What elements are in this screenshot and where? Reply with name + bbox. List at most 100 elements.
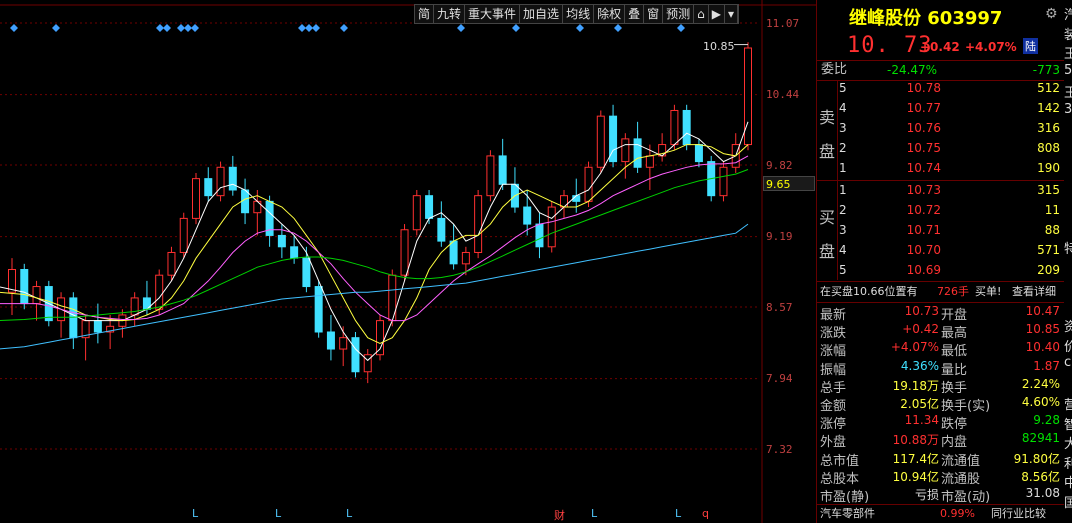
quote-value: 10.85 [1025,322,1060,337]
toolbar-major-events-button[interactable]: 重大事件 [465,5,521,23]
candle-body [645,155,654,168]
chart-toolbar: 简 九转 重大事件 加自选 均线 除权 叠 窗 预测 ⌂ ▶ ▾ [414,4,740,24]
quote-value: 9.28 [1033,413,1060,428]
candle-body [400,229,409,276]
play-icon[interactable]: ▶ [709,5,725,23]
ask-price[interactable]: 10.77 [879,101,941,115]
view-details-link[interactable]: 查看详细 [1012,283,1056,301]
candle-body [339,337,348,350]
quote-label: 换手(实) [941,399,991,414]
clipped-panel-char: 智 [1064,417,1072,433]
kline-chart-area[interactable]: 简 九转 重大事件 加自选 均线 除权 叠 窗 预测 ⌂ ▶ ▾ 11.07 1… [0,0,816,523]
event-diamond-icon [156,24,164,32]
ask-price[interactable]: 10.76 [879,121,941,135]
bid-level: 1 [839,183,847,197]
x-axis-marker[interactable]: L [346,507,352,520]
quote-value: 4.36% [900,358,939,373]
clipped-panel-char: 王 [1064,86,1072,101]
candle-body [290,246,299,259]
bid-volume: 209 [1037,263,1060,277]
bid-price[interactable]: 10.69 [879,263,941,277]
price-change-pct: +4.07% [965,40,1017,54]
ask-price[interactable]: 10.75 [879,141,941,155]
candle-body [277,234,286,248]
lu-tag-badge[interactable]: 陆 [1023,38,1038,54]
cursor-price-label: 9.65 [763,176,815,191]
x-axis-marker[interactable]: L [591,507,597,520]
clipped-panel-char: 营 [1064,398,1072,413]
bid-price[interactable]: 10.71 [879,223,941,237]
bid-price[interactable]: 10.70 [879,243,941,257]
candle-body [633,138,642,168]
industry-compare-link[interactable]: 同行业比较 [991,505,1046,523]
toolbar-jiuzhuan-button[interactable]: 九转 [434,5,466,23]
toolbar-exright-button[interactable]: 除权 [594,5,626,23]
dropdown-chevron-icon[interactable]: ▾ [725,5,739,23]
price-change: +0.42 [920,40,960,54]
weibi-pct: -24.47% [887,63,938,77]
sell-label: 卖 [819,108,836,127]
quote-value: 1.87 [1033,358,1060,373]
gear-icon[interactable]: ⚙ [1045,6,1058,22]
ask-volume: 142 [1037,101,1060,115]
clipped-panel-char: 汽 [1064,8,1072,23]
quote-value: 2.24% [1021,376,1060,391]
toolbar-overlay-button[interactable]: 叠 [625,5,645,23]
candle-body [204,178,213,197]
kline-chart-svg[interactable] [0,0,816,523]
big-order-notice: 在买盘10.66位置有 726手 买单! 查看详细 [817,283,1065,301]
ma-line-green [0,169,749,322]
x-axis-marker[interactable]: L [275,507,281,520]
quote-label: 最高 [941,326,968,342]
ask-price[interactable]: 10.78 [879,81,941,95]
ask-level: 2 [839,141,847,155]
candle-body [32,286,41,305]
quote-value: +4.07% [890,340,939,355]
quote-label: 金额 [820,399,847,414]
candle-body [228,166,237,191]
toolbar-simple-button[interactable]: 简 [415,5,435,23]
quote-label: 开盘 [941,308,968,323]
quote-panel: 继峰股份 603997 ⚙ 10. 73 +0.42 +4.07% 陆 委比 -… [816,0,1065,523]
sector-pct: 0.99% [940,507,975,520]
x-axis-marker-finance[interactable]: 财 [554,507,565,523]
quote-value: 91.80亿 [1013,451,1060,466]
x-axis-marker[interactable]: L [192,507,198,520]
candle-body [412,195,421,231]
y-axis-label: 8.57 [766,301,793,314]
bid-price[interactable]: 10.72 [879,203,941,217]
toolbar-add-watchlist-button[interactable]: 加自选 [520,5,564,23]
home-icon[interactable]: ⌂ [694,5,709,23]
ask-price[interactable]: 10.74 [879,161,941,175]
candle-body [192,178,200,219]
quote-label: 涨幅 [820,344,847,360]
event-diamond-icon [10,24,18,32]
candle-body [437,217,446,242]
bid-level: 5 [839,263,847,277]
quote-label: 市盈(动) [941,490,991,505]
x-axis-marker[interactable]: L [675,507,681,520]
weibi-row: 委比 -24.47% -773 [817,61,1065,79]
quote-label: 市盈(静) [820,490,870,505]
quote-value: 11.34 [904,413,939,428]
event-diamond-icon [512,24,520,32]
event-diamond-icon [677,24,685,32]
sector-name[interactable]: 汽车零部件 [820,505,875,523]
bid-price[interactable]: 10.73 [879,183,941,197]
quote-label: 涨停 [820,417,847,433]
clipped-panel-char: 利 [1064,456,1072,472]
quote-value: 31.08 [1025,486,1060,500]
quote-label: 量比 [941,362,968,378]
quote-value: 10.47 [1025,304,1060,318]
candle-body [69,297,78,339]
quote-value: 10.73 [904,304,939,318]
stock-title: 继峰股份 603997 [849,8,1003,29]
ask-volume: 808 [1037,141,1060,155]
toolbar-ma-button[interactable]: 均线 [563,5,595,23]
toolbar-window-button[interactable]: 窗 [644,5,664,23]
clipped-panel-char: 装 [1064,27,1072,43]
x-axis-marker-q[interactable]: q [702,507,709,520]
candle-body [130,297,139,316]
toolbar-forecast-button[interactable]: 预测 [663,5,695,23]
candle-body [596,115,605,168]
